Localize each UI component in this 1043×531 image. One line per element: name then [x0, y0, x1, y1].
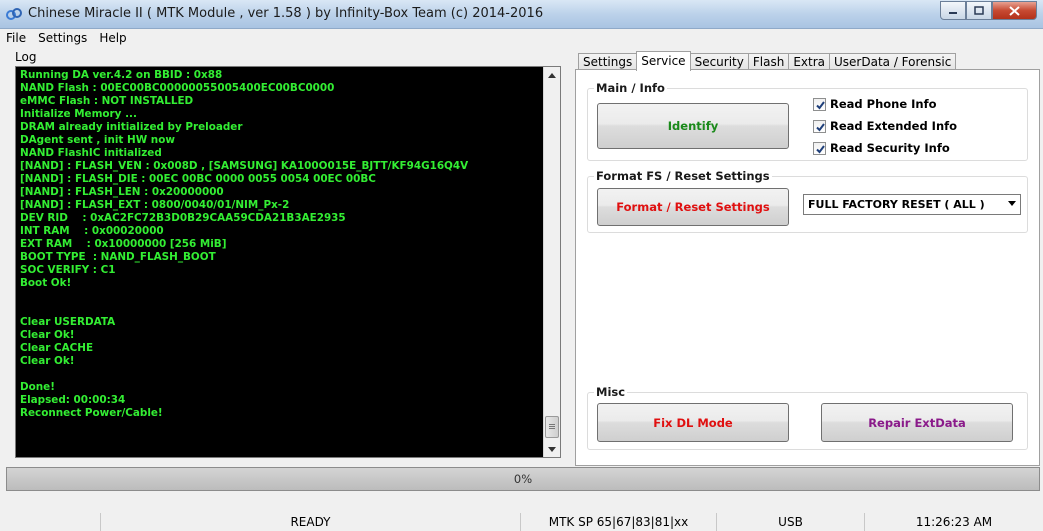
window-controls [940, 1, 1037, 21]
log-line: BOOT TYPE : NAND_FLASH_BOOT [20, 251, 216, 263]
log-line: Boot Ok! [20, 277, 72, 289]
read-security-info-label: Read Security Info [830, 141, 950, 155]
menu-file[interactable]: File [0, 29, 32, 48]
close-button[interactable] [992, 1, 1037, 20]
format-title: Format FS / Reset Settings [594, 169, 772, 183]
format-reset-label: Format / Reset Settings [616, 200, 770, 214]
status-time: 11:26:23 AM [864, 513, 1043, 531]
misc-group: Misc Fix DL Mode Repair ExtData [587, 385, 1028, 450]
arrow-up-icon [548, 72, 556, 78]
read-phone-info-checkbox[interactable]: Read Phone Info [813, 97, 937, 111]
close-icon [1009, 5, 1020, 16]
log-line: Reconnect Power/Cable! [20, 407, 163, 419]
tab-service[interactable]: Service [636, 51, 691, 71]
title-bar: Chinese Miracle II ( MTK Module , ver 1.… [0, 0, 1043, 29]
status-platform: MTK SP 65|67|83|81|xx [520, 513, 716, 531]
fix-dl-mode-button[interactable]: Fix DL Mode [597, 403, 789, 442]
log-line: EXT RAM : 0x10000000 [256 MiB] [20, 238, 227, 250]
log-text: Running DA ver.4.2 on BBID : 0x88 NAND Fl… [20, 69, 540, 420]
log-line: Clear Ok! [20, 329, 75, 341]
fix-dl-mode-label: Fix DL Mode [653, 415, 733, 430]
log-line: Done! [20, 381, 55, 393]
maximize-button[interactable] [966, 1, 992, 20]
checkbox-checked-icon [813, 97, 826, 111]
status-port: USB [716, 513, 864, 531]
log-line: Elapsed: 00:00:34 [20, 394, 126, 406]
log-line: Clear USERDATA [20, 316, 116, 328]
progress-bar: 0% [6, 467, 1040, 491]
format-group: Format FS / Reset Settings Format / Rese… [587, 169, 1028, 233]
status-bar: READY MTK SP 65|67|83|81|xx USB 11:26:23… [0, 513, 1043, 531]
reset-mode-select[interactable]: FULL FACTORY RESET ( ALL ) [803, 194, 1021, 215]
log-scrollbar[interactable] [543, 67, 560, 457]
misc-title: Misc [594, 385, 628, 399]
status-empty [0, 513, 100, 531]
checkbox-checked-icon [813, 119, 826, 133]
window-title: Chinese Miracle II ( MTK Module , ver 1.… [28, 6, 544, 21]
log-panel[interactable]: Running DA ver.4.2 on BBID : 0x88 NAND Fl… [15, 66, 561, 458]
log-line: [NAND] : FLASH_VEN : 0x008D , [SAMSUNG] … [20, 160, 469, 172]
log-line: Clear Ok! [20, 355, 75, 367]
log-line: NAND FlashIC initialized [20, 147, 162, 159]
log-line: NAND Flash : 00EC00BC00000055005400EC00B… [20, 82, 335, 94]
log-line: [NAND] : FLASH_DIE : 00EC 00BC 0000 0055… [20, 173, 376, 185]
repair-extdata-button[interactable]: Repair ExtData [821, 403, 1013, 442]
minimize-button[interactable] [940, 1, 966, 20]
menu-help[interactable]: Help [93, 29, 132, 48]
log-label: Log [15, 50, 37, 64]
log-line: Running DA ver.4.2 on BBID : 0x88 [20, 69, 223, 81]
log-line: eMMC Flash : NOT INSTALLED [20, 95, 194, 107]
menu-settings[interactable]: Settings [32, 29, 93, 48]
scroll-up-button[interactable] [544, 67, 560, 83]
read-extended-info-checkbox[interactable]: Read Extended Info [813, 119, 957, 133]
format-reset-button[interactable]: Format / Reset Settings [597, 188, 789, 226]
log-line: Clear CACHE [20, 342, 94, 354]
checkbox-checked-icon [813, 141, 826, 155]
repair-extdata-label: Repair ExtData [868, 415, 966, 430]
log-line: [NAND] : FLASH_LEN : 0x20000000 [20, 186, 224, 198]
read-extended-info-label: Read Extended Info [830, 119, 958, 133]
dropdown-arrow-icon [1008, 201, 1016, 206]
read-security-info-checkbox[interactable]: Read Security Info [813, 141, 950, 155]
identify-label: Identify [667, 119, 719, 133]
scroll-down-button[interactable] [544, 441, 560, 457]
arrow-down-icon [548, 446, 556, 452]
reset-mode-value: FULL FACTORY RESET ( ALL ) [808, 198, 985, 211]
progress-text: 0% [513, 472, 533, 486]
log-line: SOC VERIFY : C1 [20, 264, 116, 276]
identify-button[interactable]: Identify [597, 103, 789, 149]
service-panel: Main / Info Identify Read Phone Info Rea… [575, 69, 1040, 466]
minimize-icon [949, 11, 957, 14]
main-info-title: Main / Info [594, 81, 667, 95]
log-line: DAgent sent , init HW now [20, 134, 175, 146]
cm-logo-icon [6, 7, 22, 21]
status-state: READY [100, 513, 520, 531]
log-line: DEV RID : 0xAC2FC72B3D0B29CAA59CDA21B3AE… [20, 212, 346, 224]
main-info-group: Main / Info Identify Read Phone Info Rea… [587, 81, 1028, 161]
scroll-thumb[interactable] [545, 416, 559, 438]
menu-bar: File Settings Help [0, 29, 1043, 48]
log-line: INT RAM : 0x00020000 [20, 225, 164, 237]
tab-strip: Settings Service Security Flash Extra Us… [578, 51, 957, 71]
log-line: DRAM already initialized by Preloader [20, 121, 243, 133]
log-line: [NAND] : FLASH_EXT : 0800/0040/01/NIM_Px… [20, 199, 290, 211]
read-phone-info-label: Read Phone Info [830, 97, 937, 111]
maximize-icon [974, 6, 984, 15]
log-line: Initialize Memory ... [20, 108, 137, 120]
